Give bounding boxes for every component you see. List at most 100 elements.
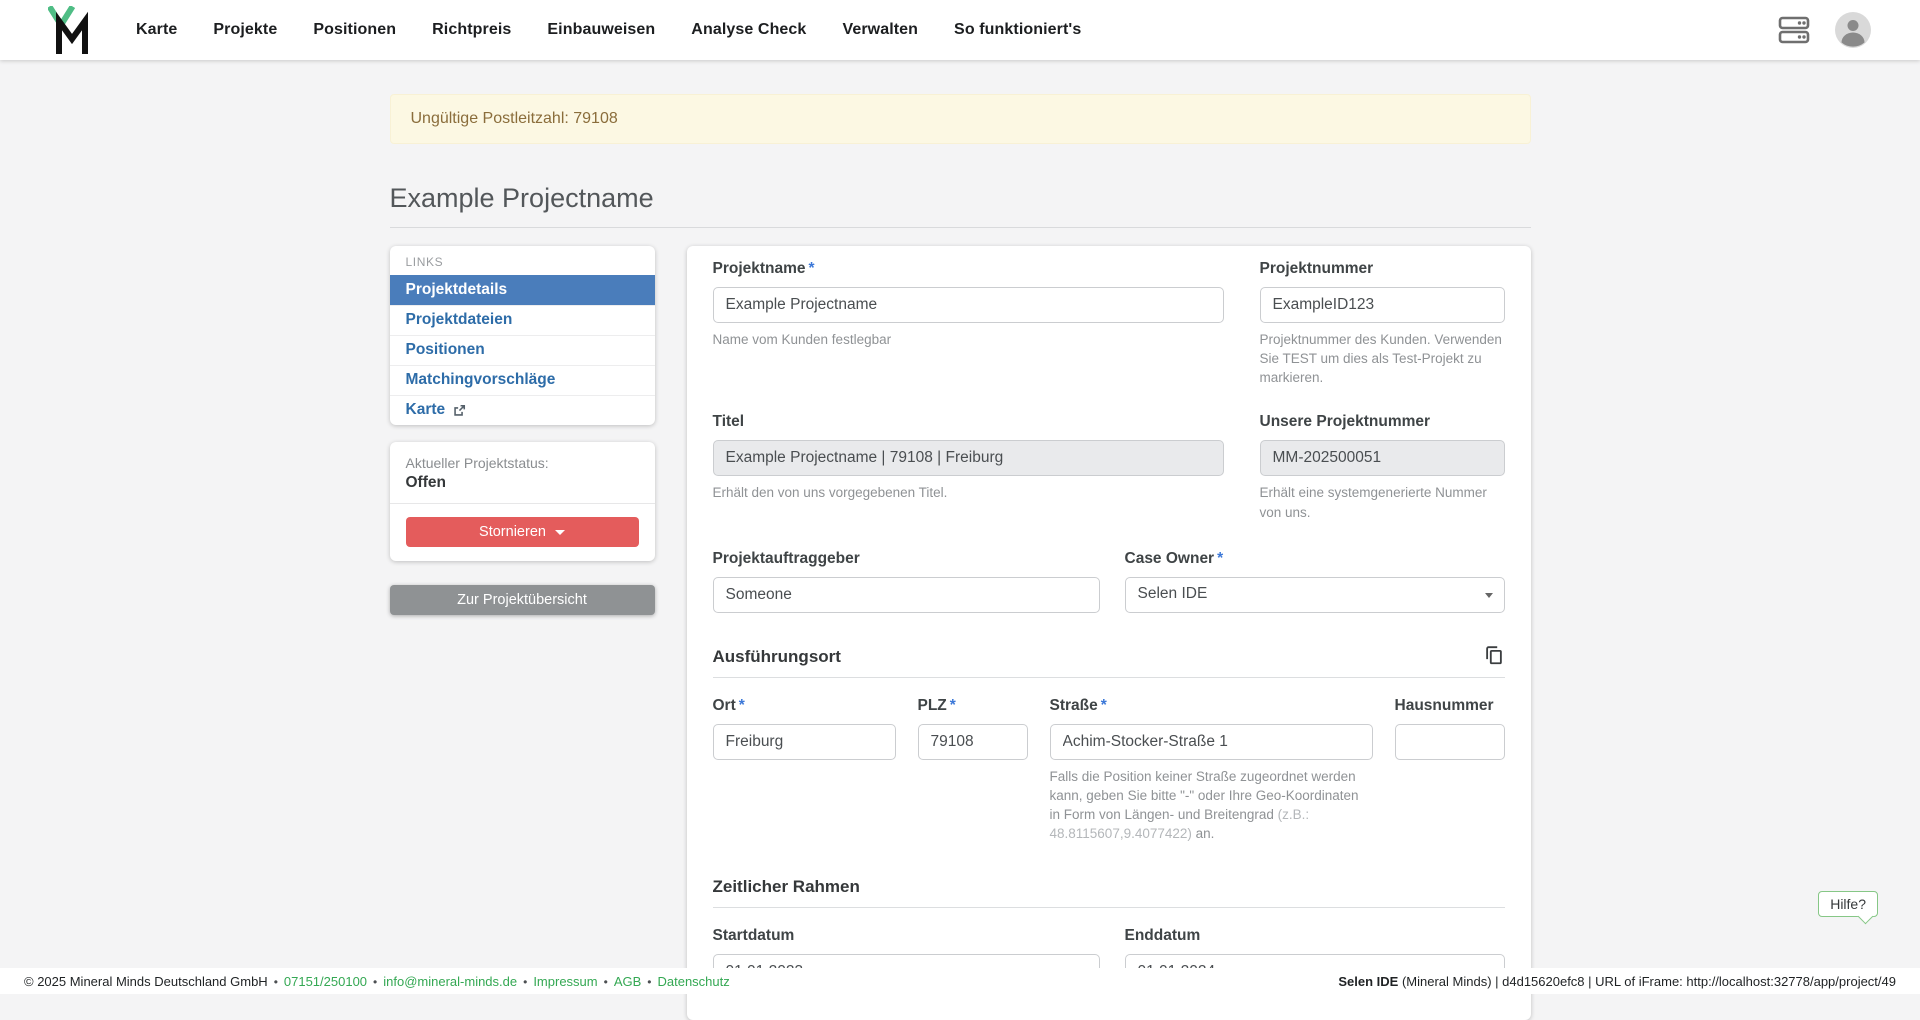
status-label: Aktueller Projektstatus: — [406, 455, 639, 471]
separator-dot — [523, 974, 527, 989]
hausnummer-label: Hausnummer — [1395, 697, 1505, 715]
titel-helper: Erhält den von uns vorgegebenen Titel. — [713, 483, 1224, 502]
required-asterisk: * — [809, 260, 815, 277]
sidebar-item-karte[interactable]: Karte — [390, 395, 655, 425]
plz-label: PLZ* — [918, 697, 1028, 715]
sidebar-item-label: Karte — [406, 401, 446, 419]
footer-link-phone[interactable]: 07151/250100 — [284, 974, 367, 989]
field-unsere-projektnummer: Unsere Projektnummer Erhält eine systemg… — [1260, 413, 1505, 521]
project-details-form: Projektname* Name vom Kunden festlegbar … — [687, 246, 1531, 1020]
top-navigation-bar: Karte Projekte Positionen Richtpreis Ein… — [0, 0, 1920, 60]
ort-input[interactable] — [713, 724, 896, 760]
status-value: Offen — [406, 474, 639, 492]
footer-user-name: Selen IDE — [1338, 974, 1398, 989]
separator-dot — [647, 974, 651, 989]
stornieren-button[interactable]: Stornieren — [406, 517, 639, 547]
sidebar-item-matchingvorschlaege[interactable]: Matchingvorschläge — [390, 365, 655, 395]
footer-session-details: (Mineral Minds) | d4d15620efc8 | URL of … — [1398, 974, 1896, 989]
required-asterisk: * — [950, 697, 956, 714]
sidebar-item-projektdetails[interactable]: Projektdetails — [390, 275, 655, 305]
zeitlicher-rahmen-title: Zeitlicher Rahmen — [713, 877, 860, 897]
footer: © 2025 Mineral Minds Deutschland GmbH 07… — [0, 968, 1920, 994]
caret-down-icon — [555, 530, 565, 535]
sidebar-item-label: Matchingvorschläge — [406, 371, 556, 389]
project-status-card: Aktueller Projektstatus: Offen Storniere… — [390, 442, 655, 561]
zeitlicher-rahmen-section-header: Zeitlicher Rahmen — [713, 877, 1505, 908]
required-asterisk: * — [739, 697, 745, 714]
unsere-projektnummer-label: Unsere Projektnummer — [1260, 413, 1505, 431]
nav-analyse-check[interactable]: Analyse Check — [691, 21, 806, 39]
projektauftraggeber-label: Projektauftraggeber — [713, 550, 1100, 568]
titel-label: Titel — [713, 413, 1224, 431]
sidebar-links-card: LINKS Projektdetails Projektdateien Posi… — [390, 246, 655, 425]
nav-verwalten[interactable]: Verwalten — [842, 21, 918, 39]
field-strasse: Straße* Falls die Position keiner Straße… — [1050, 697, 1373, 844]
ausfuehrungsort-section-header: Ausführungsort — [713, 647, 1505, 678]
separator-dot — [373, 974, 377, 989]
nav-projekte[interactable]: Projekte — [213, 21, 277, 39]
warning-alert: Ungültige Postleitzahl: 79108 — [390, 94, 1531, 144]
projektname-label: Projektname* — [713, 260, 1224, 278]
case-owner-label: Case Owner* — [1125, 550, 1505, 568]
footer-link-impressum[interactable]: Impressum — [533, 974, 597, 989]
case-owner-selected-value: Selen IDE — [1138, 585, 1208, 602]
links-heading: LINKS — [390, 246, 655, 275]
startdatum-label: Startdatum — [713, 927, 1100, 945]
projektname-helper: Name vom Kunden festlegbar — [713, 330, 1224, 349]
footer-copyright: © 2025 Mineral Minds Deutschland GmbH — [24, 974, 268, 989]
zur-projektuebersicht-button[interactable]: Zur Projektübersicht — [390, 585, 655, 615]
hausnummer-input[interactable] — [1395, 724, 1505, 760]
divider — [390, 503, 655, 504]
unsere-projektnummer-helper: Erhält eine systemgenerierte Nummer von … — [1260, 483, 1505, 521]
field-hausnummer: Hausnummer — [1395, 697, 1505, 844]
field-titel: Titel Erhält den von uns vorgegebenen Ti… — [713, 413, 1224, 521]
main-nav: Karte Projekte Positionen Richtpreis Ein… — [136, 21, 1081, 39]
ausfuehrungsort-title: Ausführungsort — [713, 647, 841, 667]
field-projektauftraggeber: Projektauftraggeber — [713, 550, 1100, 613]
field-ort: Ort* — [713, 697, 896, 844]
field-projektnummer: Projektnummer Projektnummer des Kunden. … — [1260, 260, 1505, 387]
projektnummer-input[interactable] — [1260, 287, 1505, 323]
projektnummer-label: Projektnummer — [1260, 260, 1505, 278]
field-case-owner: Case Owner* Selen IDE — [1125, 550, 1505, 613]
copy-icon[interactable] — [1483, 644, 1505, 666]
nav-karte[interactable]: Karte — [136, 21, 177, 39]
titel-input — [713, 440, 1224, 476]
footer-session-info: Selen IDE (Mineral Minds) | d4d15620efc8… — [1338, 974, 1896, 989]
projektname-input[interactable] — [713, 287, 1224, 323]
plz-input[interactable] — [918, 724, 1028, 760]
sidebar-item-label: Projektdateien — [406, 311, 513, 329]
field-plz: PLZ* — [918, 697, 1028, 844]
separator-dot — [604, 974, 608, 989]
field-projektname: Projektname* Name vom Kunden festlegbar — [713, 260, 1224, 387]
chevron-down-icon — [1485, 593, 1493, 598]
sidebar-item-positionen[interactable]: Positionen — [390, 335, 655, 365]
required-asterisk: * — [1217, 550, 1223, 567]
nav-einbauweisen[interactable]: Einbauweisen — [547, 21, 655, 39]
mineral-minds-logo-icon — [48, 6, 92, 54]
sidebar-item-label: Positionen — [406, 341, 485, 359]
case-owner-select[interactable]: Selen IDE — [1125, 577, 1505, 613]
footer-link-email[interactable]: info@mineral-minds.de — [383, 974, 517, 989]
sidebar-item-label: Projektdetails — [406, 281, 508, 299]
strasse-label: Straße* — [1050, 697, 1373, 715]
nav-positionen[interactable]: Positionen — [313, 21, 396, 39]
footer-link-agb[interactable]: AGB — [614, 974, 641, 989]
stornieren-button-label: Stornieren — [479, 524, 546, 540]
separator-dot — [274, 974, 278, 989]
projektauftraggeber-input[interactable] — [713, 577, 1100, 613]
server-icon[interactable] — [1776, 15, 1812, 45]
ort-label: Ort* — [713, 697, 896, 715]
enddatum-label: Enddatum — [1125, 927, 1505, 945]
sidebar-item-projektdateien[interactable]: Projektdateien — [390, 305, 655, 335]
nav-so-funktionierts[interactable]: So funktioniert's — [954, 21, 1081, 39]
strasse-input[interactable] — [1050, 724, 1373, 760]
page-title: Example Projectname — [390, 183, 1531, 228]
hilfe-button[interactable]: Hilfe? — [1818, 891, 1878, 917]
strasse-helper: Falls die Position keiner Straße zugeord… — [1050, 767, 1373, 844]
footer-link-datenschutz[interactable]: Datenschutz — [657, 974, 729, 989]
nav-richtpreis[interactable]: Richtpreis — [432, 21, 511, 39]
external-link-icon — [452, 404, 466, 418]
user-avatar-icon[interactable] — [1834, 11, 1872, 49]
required-asterisk: * — [1101, 697, 1107, 714]
